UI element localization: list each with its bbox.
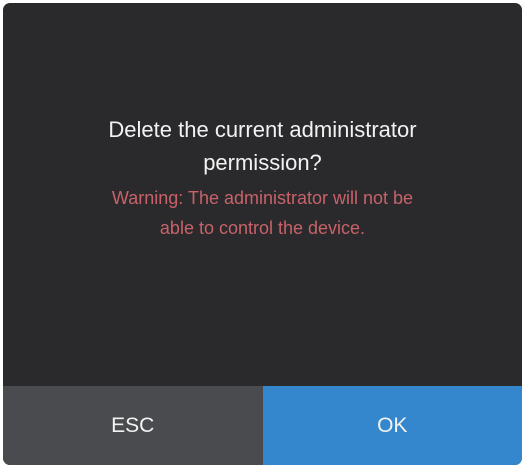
- dialog-message: Delete the current administrator permiss…: [3, 113, 522, 243]
- delete-admin-dialog: Delete the current administrator permiss…: [3, 3, 522, 465]
- dialog-button-bar: ESC OK: [3, 386, 522, 465]
- dialog-warning: Warning: The administrator will not be a…: [111, 188, 414, 238]
- esc-button[interactable]: ESC: [3, 386, 263, 465]
- dialog-title: Delete the current administrator permiss…: [108, 117, 417, 175]
- ok-button[interactable]: OK: [262, 386, 522, 465]
